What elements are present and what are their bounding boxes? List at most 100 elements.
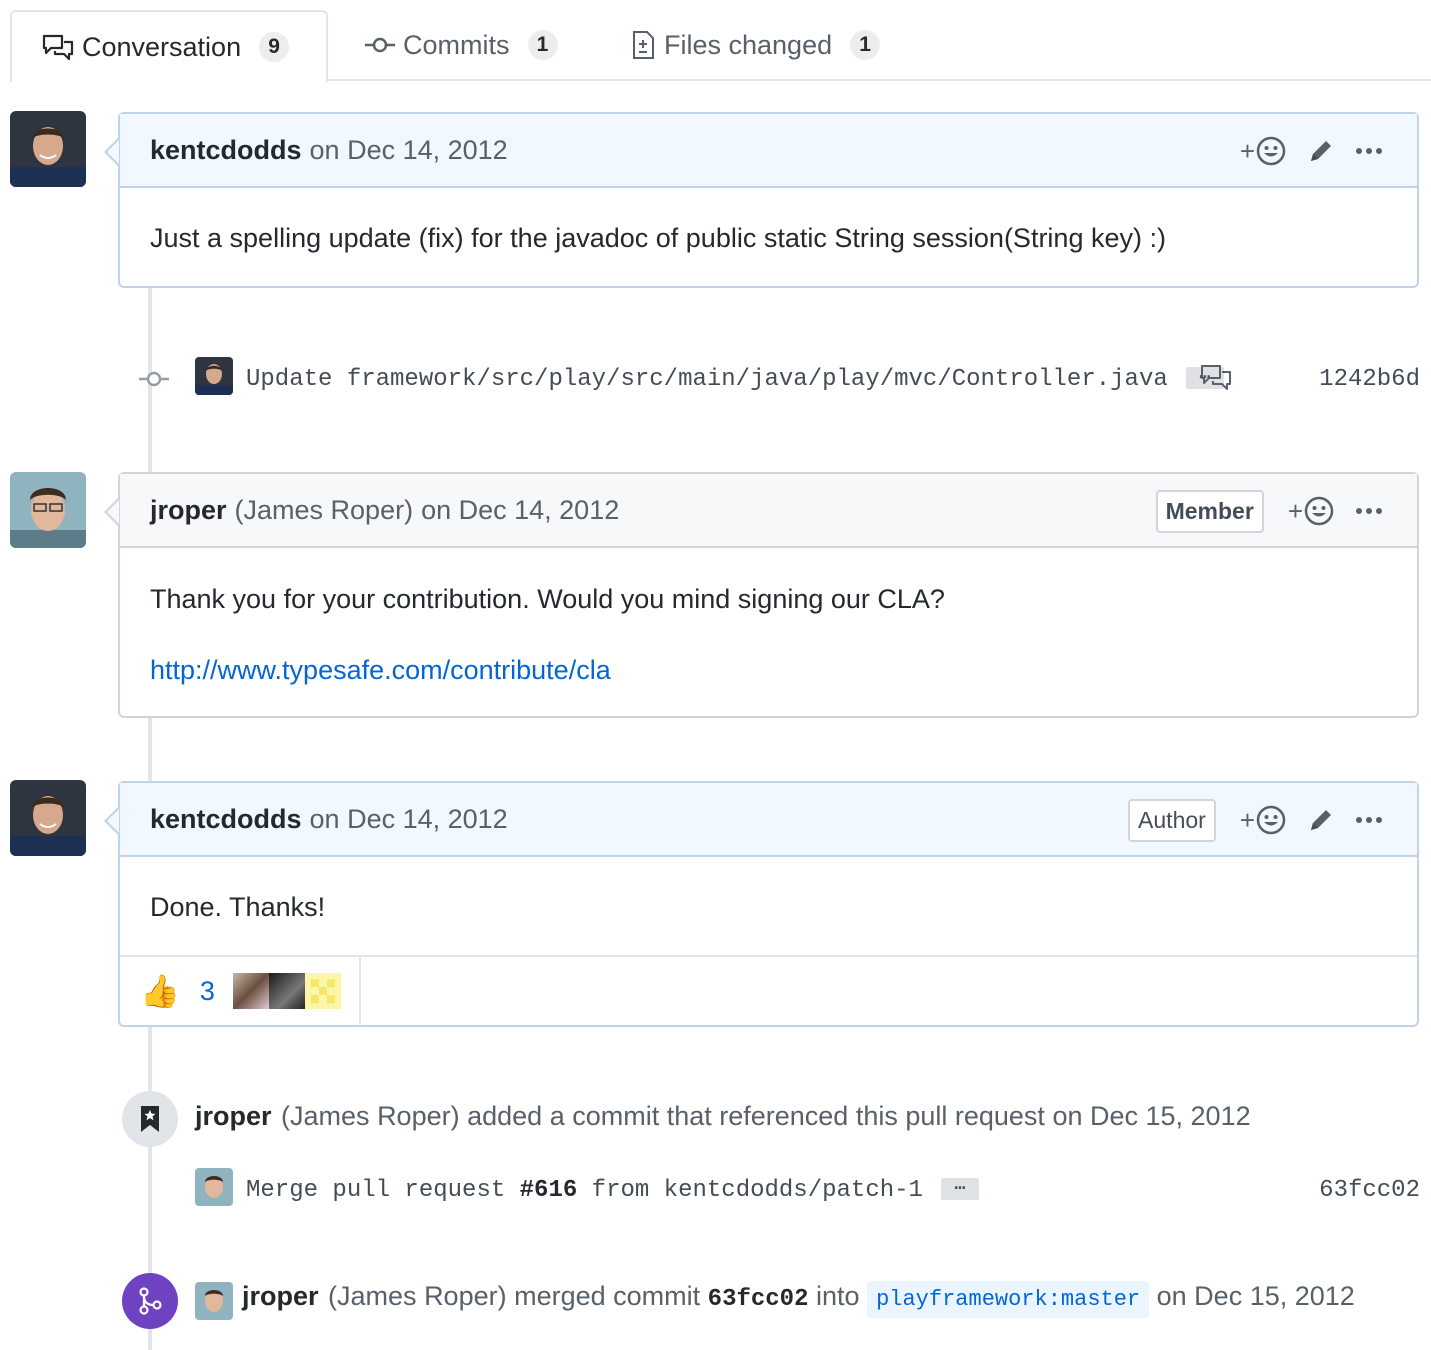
comment-3-header: kentcdodds on Dec 14, 2012 Author + [120, 783, 1417, 857]
avatar-jroper-small[interactable] [195, 1282, 233, 1320]
comment-2-header: jroper (James Roper) on Dec 14, 2012 Mem… [120, 474, 1417, 548]
event-description: added a commit that referenced this pull… [467, 1101, 1045, 1131]
commit-row: Update framework/src/play/src/main/java/… [130, 357, 1420, 401]
thumbs-up-reaction-button[interactable]: 👍 3 [120, 956, 361, 1026]
commit-message: Update framework/src/play/src/main/java/… [246, 365, 1168, 393]
more-options-button[interactable] [1355, 815, 1383, 825]
tab-files-changed-count: 1 [850, 30, 881, 60]
cla-link[interactable]: http://www.typesafe.com/contribute/cla [150, 655, 611, 685]
add-reaction-button[interactable]: + [1240, 804, 1287, 836]
bookmark-event-badge [122, 1091, 178, 1147]
smiley-icon [1256, 136, 1286, 166]
commit-message-link[interactable]: Merge pull request #616 from kentcdodds/… [246, 1176, 979, 1204]
event-description: merged commit [514, 1281, 701, 1311]
comment-1-body: Just a spelling update (fix) for the jav… [120, 188, 1417, 256]
reactor-avatar[interactable] [232, 973, 269, 1009]
comment-arrow [104, 498, 119, 526]
event-date[interactable]: on Dec 15, 2012 [1052, 1101, 1250, 1131]
avatar-jroper[interactable] [10, 472, 86, 548]
target-branch[interactable]: playframework:master [867, 1281, 1150, 1318]
commit-sha-link[interactable]: 63fcc02 [1319, 1177, 1420, 1204]
comment-text: Done. Thanks! [150, 892, 326, 922]
comment-actions: Member + [1155, 474, 1383, 548]
edit-button[interactable] [1307, 806, 1335, 834]
event-author[interactable]: jroper [195, 1101, 272, 1131]
bookmark-icon [141, 1106, 159, 1132]
comment-2: jroper (James Roper) on Dec 14, 2012 Mem… [104, 472, 1419, 718]
thumbs-up-icon: 👍 [140, 973, 180, 1009]
add-reaction-button[interactable]: + [1288, 495, 1335, 527]
more-options-button[interactable] [1355, 506, 1383, 516]
merge-event-text: jroper (James Roper) merged commit 63fcc… [242, 1281, 1355, 1318]
comment-discussion-icon [42, 33, 74, 61]
plus-sign: + [1287, 495, 1303, 526]
git-commit-icon [134, 365, 174, 393]
kebab-horizontal-icon [1356, 817, 1382, 823]
avatar-kentcdodds-small[interactable] [195, 357, 233, 395]
pencil-icon [1311, 141, 1331, 161]
comment-date[interactable]: on Dec 14, 2012 [310, 804, 508, 835]
kebab-horizontal-icon [1356, 148, 1382, 154]
member-badge: Member [1155, 489, 1264, 533]
smiley-icon [1304, 496, 1334, 526]
git-commit-icon [365, 35, 395, 55]
git-merge-icon [139, 1287, 162, 1315]
comment-1: kentcdodds on Dec 14, 2012 + Just a spel… [104, 112, 1419, 288]
reaction-count: 3 [199, 975, 215, 1006]
comment-author[interactable]: kentcdodds [150, 804, 302, 835]
avatar-kentcdodds[interactable] [10, 780, 86, 856]
event-author[interactable]: jroper [242, 1281, 319, 1311]
comment-actions: + [1240, 114, 1383, 188]
file-diff-icon [630, 29, 656, 61]
avatar-jroper-small[interactable] [195, 1168, 233, 1206]
plus-sign: + [1239, 804, 1255, 835]
comment-1-header: kentcdodds on Dec 14, 2012 + [120, 114, 1417, 188]
tab-files-changed-label: Files changed [664, 29, 833, 60]
tab-conversation-count: 9 [259, 32, 290, 62]
comment-author[interactable]: kentcdodds [150, 135, 302, 166]
plus-sign: + [1239, 135, 1255, 166]
comment-3-body: Done. Thanks! [120, 857, 1417, 955]
reactions-bar: 👍 3 [120, 955, 1417, 1026]
tab-files-changed[interactable]: Files changed 1 [630, 10, 881, 80]
smiley-icon [1256, 805, 1286, 835]
avatar-kentcdodds[interactable] [10, 111, 86, 187]
kebab-horizontal-icon [1356, 508, 1382, 514]
tab-commits-label: Commits [403, 29, 510, 60]
more-options-button[interactable] [1355, 146, 1383, 156]
expand-commit-button[interactable]: … [940, 1176, 979, 1201]
edit-button[interactable] [1307, 137, 1335, 165]
comment-text: Thank you for your contribution. Would y… [150, 584, 945, 614]
commit-message-link[interactable]: Update framework/src/play/src/main/java/… [246, 365, 1224, 393]
pencil-icon [1311, 810, 1331, 830]
commit-sha-link[interactable]: 1242b6d [1319, 366, 1420, 393]
comment-2-body: Thank you for your contribution. Would y… [120, 548, 1417, 688]
reactor-avatar[interactable] [268, 973, 305, 1009]
tab-conversation-label: Conversation [82, 31, 242, 62]
pull-request-link[interactable]: #616 [520, 1177, 578, 1204]
commit-message: Merge pull request [246, 1176, 506, 1204]
event-author-fullname: (James Roper) [281, 1101, 460, 1131]
comment-author[interactable]: jroper [150, 495, 227, 526]
commit-row: Merge pull request #616 from kentcdodds/… [130, 1168, 1420, 1212]
event-date[interactable]: on Dec 15, 2012 [1157, 1281, 1355, 1311]
merged-event-badge [122, 1273, 178, 1329]
comment-date[interactable]: on Dec 14, 2012 [421, 495, 619, 526]
comment-actions: Author + [1128, 783, 1383, 857]
event-description-into: into [816, 1281, 860, 1311]
comment-author-fullname: (James Roper) [234, 494, 414, 525]
comment-3: kentcdodds on Dec 14, 2012 Author + Done… [104, 781, 1419, 1027]
tab-commits[interactable]: Commits 1 [365, 10, 558, 80]
tab-nav: Conversation 9 Commits 1 Files changed 1 [0, 0, 1431, 82]
reactor-avatar[interactable] [304, 973, 341, 1009]
add-reaction-button[interactable]: + [1240, 135, 1287, 167]
reaction-avatars [232, 973, 341, 1009]
comment-date[interactable]: on Dec 14, 2012 [310, 135, 508, 166]
tab-commits-count: 1 [527, 30, 558, 60]
comment-arrow [104, 138, 119, 166]
merged-commit-sha[interactable]: 63fcc02 [708, 1286, 809, 1313]
tab-conversation[interactable]: Conversation 9 [10, 10, 328, 82]
commit-comment-button[interactable] [1200, 363, 1234, 391]
comment-discussion-icon [1201, 365, 1231, 390]
author-badge: Author [1128, 798, 1216, 842]
